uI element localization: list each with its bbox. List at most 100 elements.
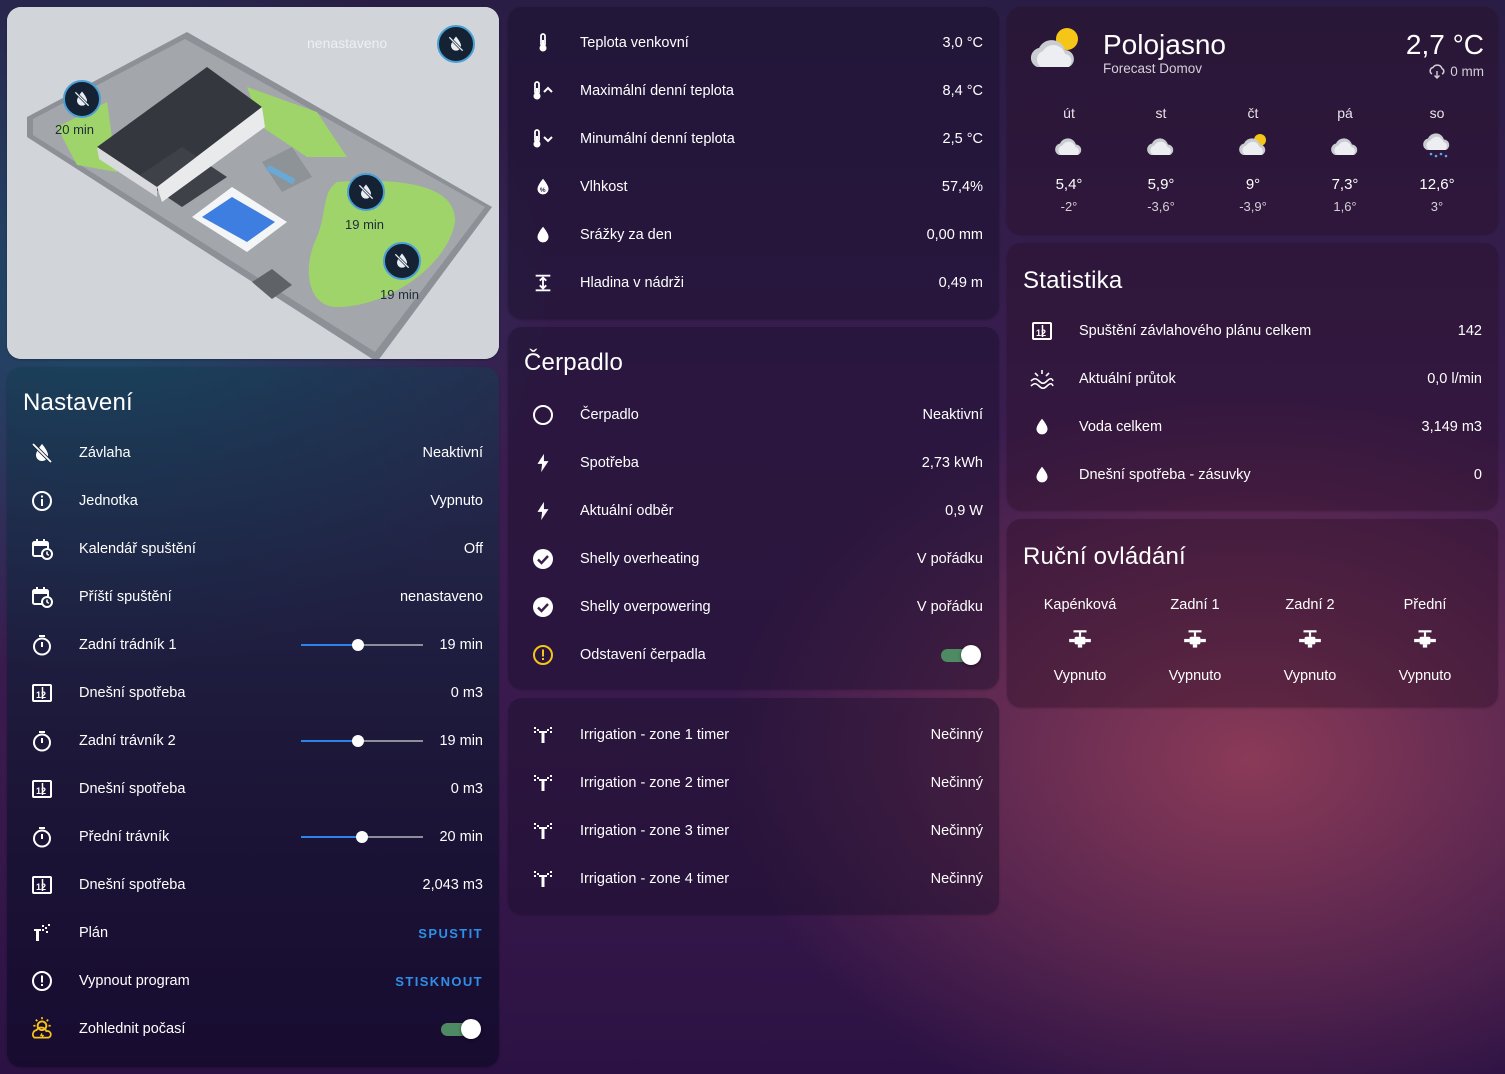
- row-label: Dnešní spotřeba - zásuvky: [1079, 467, 1251, 483]
- settings-row-unit[interactable]: Jednotka Vypnuto: [7, 477, 499, 525]
- weather-source: Forecast Domov: [1103, 61, 1203, 76]
- row-value: 0,9 W: [945, 503, 983, 519]
- weather-temperature: 2,7 °C: [1405, 29, 1484, 60]
- settings-row-usage-3[interactable]: 12 Dnešní spotřeba 2,043 m3: [7, 861, 499, 909]
- forecast-day: st 5,9° -3,6°: [1131, 105, 1191, 214]
- pump-row[interactable]: Shelly overpowering V pořádku: [508, 583, 999, 631]
- pump-shutdown-toggle[interactable]: [941, 644, 981, 666]
- stats-card: Statistika 12 Spuštění závlahového plánu…: [1007, 243, 1498, 510]
- alert-circle-yellow-icon: [528, 640, 558, 670]
- sprinkler-pin-back-2[interactable]: [383, 242, 421, 280]
- stats-row[interactable]: 12 Spuštění závlahového plánu celkem 142: [1007, 307, 1498, 355]
- row-value: 8,4 °C: [942, 83, 983, 99]
- partly-cloudy-icon: [1025, 23, 1085, 73]
- stats-row[interactable]: Voda celkem 3,149 m3: [1007, 403, 1498, 451]
- row-value: 20 min: [439, 829, 483, 845]
- settings-title: Nastavení: [23, 389, 133, 416]
- start-plan-button[interactable]: SPUSTIT: [418, 926, 483, 941]
- duration-slider[interactable]: [301, 635, 423, 655]
- timer-row[interactable]: Irrigation - zone 1 timer Nečinný: [508, 711, 999, 759]
- calendar-clock-icon: [27, 534, 57, 564]
- row-value: Neaktivní: [922, 407, 983, 423]
- valve-button-predni[interactable]: Přední Vypnuto: [1370, 597, 1480, 684]
- svg-text:12: 12: [1036, 328, 1046, 338]
- humidity-icon: %: [528, 172, 558, 202]
- timer-row[interactable]: Irrigation - zone 4 timer Nečinný: [508, 855, 999, 903]
- settings-row-next-run[interactable]: Příští spuštění nenastaveno: [7, 573, 499, 621]
- row-label: Závlaha: [79, 445, 131, 461]
- stats-row[interactable]: Dnešní spotřeba - zásuvky 0: [1007, 451, 1498, 499]
- sensor-row[interactable]: Hladina v nádrži 0,49 m: [508, 259, 999, 307]
- pump-card: Čerpadlo Čerpadlo Neaktivní Spotřeba 2,7…: [508, 327, 999, 689]
- forecast-low: 3°: [1430, 199, 1444, 214]
- duration-slider[interactable]: [301, 827, 423, 847]
- row-value: 0 m3: [450, 685, 483, 701]
- forecast-high: 9°: [1245, 176, 1261, 193]
- stats-row[interactable]: Aktuální průtok 0,0 l/min: [1007, 355, 1498, 403]
- sprinkler-pin-front[interactable]: [63, 80, 101, 118]
- sprinkler-pin-back-1[interactable]: [347, 173, 385, 211]
- rain-cloud-icon: [1428, 63, 1446, 79]
- row-label: Srážky za den: [580, 227, 672, 243]
- row-value: 19 min: [439, 733, 483, 749]
- timer-row[interactable]: Irrigation - zone 3 timer Nečinný: [508, 807, 999, 855]
- pump-row[interactable]: Aktuální odběr 0,9 W: [508, 487, 999, 535]
- settings-row-irrigation[interactable]: Závlaha Neaktivní: [7, 429, 499, 477]
- pump-row[interactable]: Shelly overheating V pořádku: [508, 535, 999, 583]
- row-value: Nečinný: [930, 823, 983, 839]
- forecast-day: čt 9° -3,9°: [1223, 105, 1283, 214]
- info-icon: [27, 486, 57, 516]
- timer-icon: [27, 630, 57, 660]
- water-off-icon: [27, 438, 57, 468]
- sprinkler-icon: [528, 720, 558, 750]
- weather-card[interactable]: Polojasno Forecast Domov 2,7 °C 0 mm út …: [1007, 7, 1498, 234]
- garden-map-card: nenastaveno 20 min 19 min 19 min: [7, 7, 499, 359]
- timer-row[interactable]: Irrigation - zone 2 timer Nečinný: [508, 759, 999, 807]
- sensor-row[interactable]: Teplota venkovní 3,0 °C: [508, 19, 999, 67]
- row-label: Dnešní spotřeba: [79, 877, 186, 893]
- pump-row[interactable]: Čerpadlo Neaktivní: [508, 391, 999, 439]
- row-value: 2,043 m3: [422, 877, 483, 893]
- weather-toggle[interactable]: [441, 1018, 481, 1040]
- pump-row[interactable]: Spotřeba 2,73 kWh: [508, 439, 999, 487]
- row-label: Spuštění závlahového plánu celkem: [1079, 323, 1312, 339]
- valve-state: Vypnuto: [1053, 668, 1107, 684]
- settings-row-calendar[interactable]: Kalendář spuštění Off: [7, 525, 499, 573]
- row-value: Nečinný: [930, 727, 983, 743]
- thermometer-icon: [528, 28, 558, 58]
- row-value: V pořádku: [916, 551, 983, 567]
- forecast-high: 5,9°: [1147, 176, 1175, 193]
- stop-program-button[interactable]: STISKNOUT: [395, 974, 483, 989]
- svg-text:%: %: [540, 187, 546, 194]
- svg-text:12: 12: [36, 690, 46, 700]
- row-label: Minumální denní teplota: [580, 131, 735, 147]
- counter-icon: 12: [1027, 316, 1057, 346]
- sensor-row[interactable]: % Vlhkost 57,4%: [508, 163, 999, 211]
- sprinkler-pin-status[interactable]: [437, 25, 475, 63]
- row-label: Dnešní spotřeba: [79, 685, 186, 701]
- duration-slider[interactable]: [301, 731, 423, 751]
- forecast-day-name: st: [1155, 105, 1167, 121]
- row-label: Voda celkem: [1079, 419, 1163, 435]
- forecast-high: 7,3°: [1331, 176, 1359, 193]
- row-value: 0,49 m: [938, 275, 983, 291]
- row-label: Irrigation - zone 2 timer: [580, 775, 730, 791]
- valve-button-zadni-1[interactable]: Zadní 1 Vypnuto: [1140, 597, 1250, 684]
- valve-button-kapenkova[interactable]: Kapénková Vypnuto: [1025, 597, 1135, 684]
- row-value: 0,0 l/min: [1427, 371, 1482, 387]
- sprinkler-icon: [27, 918, 57, 948]
- sensor-row[interactable]: Maximální denní teplota 8,4 °C: [508, 67, 999, 115]
- sensor-row[interactable]: Srážky za den 0,00 mm: [508, 211, 999, 259]
- row-value: 3,149 m3: [1421, 419, 1482, 435]
- valve-button-zadni-2[interactable]: Zadní 2 Vypnuto: [1255, 597, 1365, 684]
- water-drop-icon: [528, 220, 558, 250]
- settings-row-usage-1[interactable]: 12 Dnešní spotřeba 0 m3: [7, 669, 499, 717]
- settings-row-usage-2[interactable]: 12 Dnešní spotřeba 0 m3: [7, 765, 499, 813]
- sensor-row[interactable]: Minumální denní teplota 2,5 °C: [508, 115, 999, 163]
- row-label: Plán: [79, 925, 109, 941]
- cloudy-icon: [1052, 131, 1086, 159]
- pump-title: Čerpadlo: [524, 349, 623, 376]
- row-value: Vypnuto: [430, 493, 483, 509]
- forecast-day: so 12,6° 3°: [1407, 105, 1467, 214]
- row-value: Neaktivní: [422, 445, 483, 461]
